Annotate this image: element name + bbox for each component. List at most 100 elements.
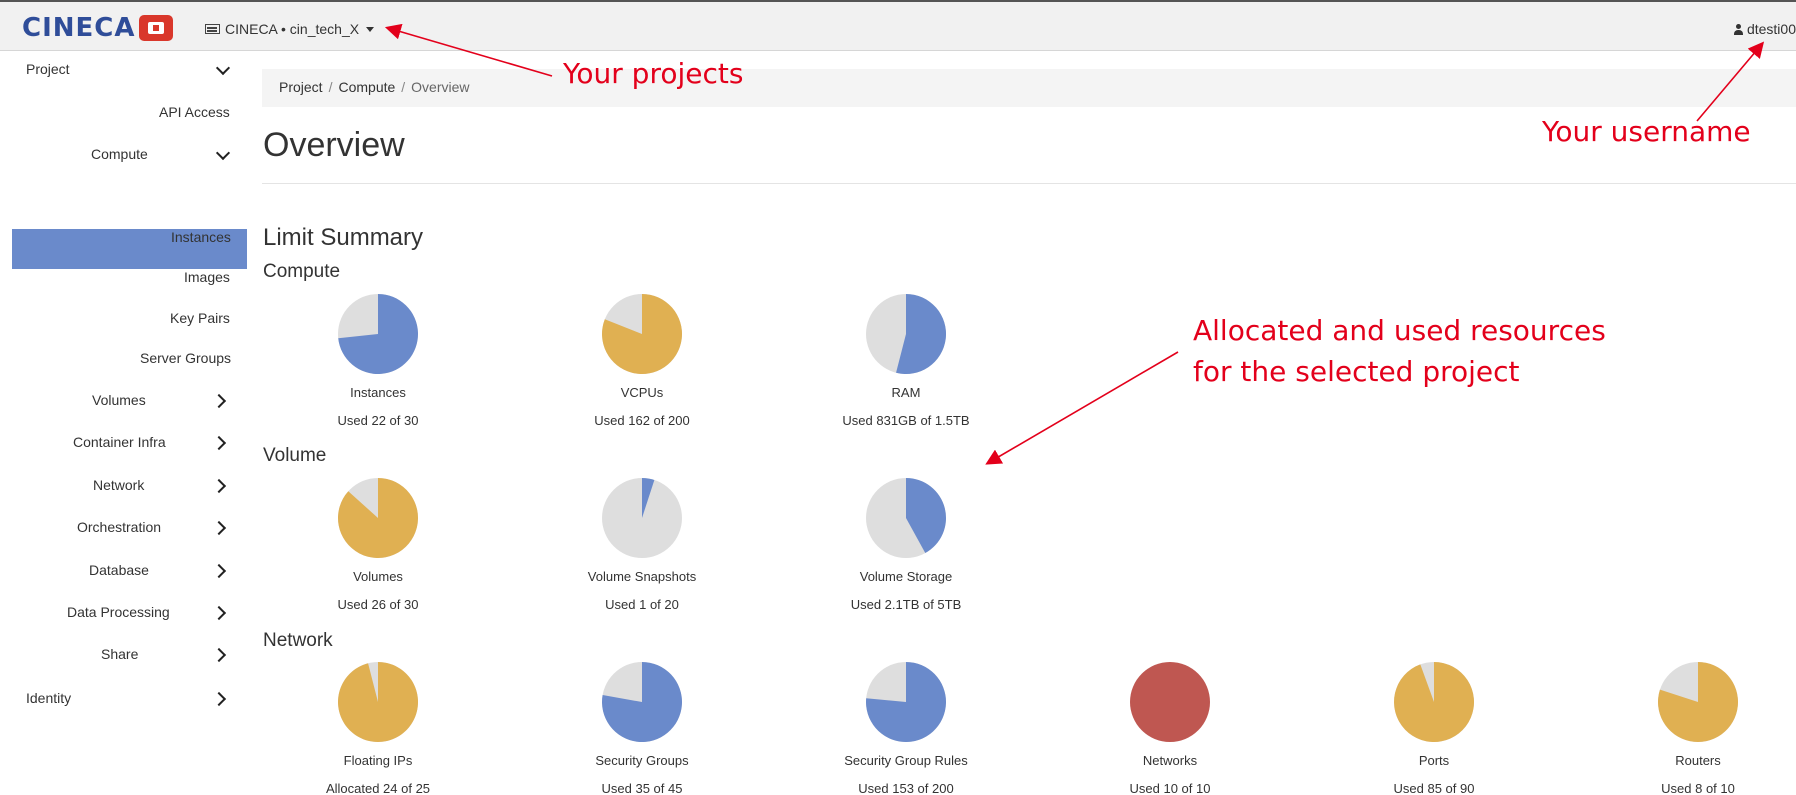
pie-chart-volumes: Volumes Used 26 of 30 (298, 478, 458, 612)
user-menu[interactable]: dtesti00 (1733, 21, 1796, 37)
annotation-resources-line1: Allocated and used resources (1193, 314, 1606, 347)
pie-chart-usage: Used 85 of 90 (1393, 781, 1475, 795)
breadcrumb-project[interactable]: Project (279, 79, 323, 95)
sidebar-item-project[interactable]: Project (26, 61, 70, 77)
pie-chart-title: Volume Snapshots (587, 569, 697, 584)
breadcrumb-separator: / (328, 79, 333, 95)
pie-chart-title: VCPUs (620, 385, 664, 400)
pie-chart-security-groups: Security Groups Used 35 of 45 (562, 662, 722, 795)
sidebar-item-network[interactable]: Network (93, 477, 144, 493)
top-navbar: CINECA CINECA • cin_tech_X dtesti00 (0, 0, 1796, 51)
pie-chart-ports: Ports Used 85 of 90 (1354, 662, 1514, 795)
pie-chart-title: RAM (891, 385, 921, 400)
chevron-right-icon[interactable] (211, 563, 227, 579)
sidebar-item-server-groups[interactable]: Server Groups (140, 350, 231, 366)
pie-graphic (602, 478, 682, 558)
sidebar-item-instances[interactable]: Instances (171, 229, 231, 245)
annotation-your-projects: Your projects (563, 57, 744, 90)
pie-chart-title: Ports (1418, 753, 1450, 768)
pie-chart-usage: Used 22 of 30 (337, 413, 419, 428)
project-list-icon (205, 24, 220, 34)
chevron-right-icon[interactable] (211, 393, 227, 409)
sidebar-item-images[interactable]: Images (184, 269, 230, 285)
pie-used-slice (1130, 662, 1210, 742)
annotation-your-username: Your username (1542, 115, 1751, 148)
pie-chart-usage: Used 153 of 200 (858, 781, 954, 795)
chevron-right-icon[interactable] (211, 691, 227, 707)
chevron-right-icon[interactable] (211, 435, 227, 451)
sidebar-item-container-infra[interactable]: Container Infra (73, 434, 166, 450)
sidebar-item-data-processing[interactable]: Data Processing (67, 604, 170, 620)
breadcrumb: Project / Compute / Overview (262, 69, 1796, 107)
pie-chart-title: Networks (1142, 753, 1198, 768)
sidebar-item-overview[interactable]: Overview (173, 188, 231, 204)
pie-chart-security-group-rules: Security Group Rules Used 153 of 200 (826, 662, 986, 795)
annotation-resources-line2: for the selected project (1193, 355, 1520, 388)
logo-icon (139, 15, 174, 41)
pie-chart-title: Instances (350, 385, 406, 400)
chevron-right-icon[interactable] (211, 520, 227, 536)
chevron-right-icon[interactable] (211, 478, 227, 494)
pie-chart-title: Floating IPs (343, 753, 413, 768)
pie-graphic (602, 294, 682, 374)
sidebar-item-volumes[interactable]: Volumes (92, 392, 146, 408)
project-switcher-label: CINECA • cin_tech_X (225, 21, 360, 37)
pie-chart-instances: Instances Used 22 of 30 (298, 294, 458, 428)
pie-chart-usage: Used 2.1TB of 5TB (850, 597, 962, 612)
section-heading-compute: Compute (263, 261, 341, 282)
pie-chart-usage: Used 1 of 20 (605, 597, 679, 612)
sidebar-item-share[interactable]: Share (101, 646, 138, 662)
sidebar-item-identity[interactable]: Identity (26, 690, 71, 706)
pie-graphic (338, 478, 418, 558)
breadcrumb-current: Overview (411, 79, 470, 95)
cineca-logo[interactable]: CINECA (22, 13, 174, 43)
pie-chart-floating-ips: Floating IPs Allocated 24 of 25 (298, 662, 458, 795)
pie-chart-usage: Used 10 of 10 (1129, 781, 1211, 795)
pie-graphic (866, 294, 946, 374)
pie-chart-title: Security Group Rules (844, 753, 968, 768)
limit-summary-heading: Limit Summary (263, 224, 424, 251)
pie-graphic (1658, 662, 1738, 742)
chevron-right-icon[interactable] (211, 647, 227, 663)
username: dtesti00 (1746, 21, 1796, 37)
logo-text: CINECA (22, 13, 136, 43)
sidebar-item-key-pairs[interactable]: Key Pairs (170, 310, 230, 326)
resources-arrow (985, 351, 1179, 465)
pie-chart-usage: Allocated 24 of 25 (325, 781, 431, 795)
chevron-right-icon[interactable] (211, 605, 227, 621)
pie-chart-usage: Used 831GB of 1.5TB (842, 413, 970, 428)
sidebar-item-database[interactable]: Database (89, 562, 149, 578)
page-title: Overview (263, 126, 405, 164)
sidebar-item-orchestration[interactable]: Orchestration (77, 519, 161, 535)
project-switcher[interactable]: CINECA • cin_tech_X (205, 21, 375, 37)
breadcrumb-compute[interactable]: Compute (338, 79, 395, 95)
pie-graphic (866, 478, 946, 558)
pie-chart-title: Routers (1675, 753, 1721, 768)
pie-used-slice (338, 662, 418, 742)
sidebar-item-compute[interactable]: Compute (91, 146, 148, 162)
sidebar: Project API Access Compute Overview Inst… (0, 52, 247, 795)
pie-used-slice (1394, 662, 1474, 742)
sidebar-item-api-access[interactable]: API Access (159, 104, 230, 120)
pie-chart-title: Volumes (353, 569, 403, 584)
section-heading-network: Network (263, 630, 333, 651)
chevron-down-icon[interactable] (215, 145, 231, 161)
pie-chart-usage: Used 35 of 45 (601, 781, 683, 795)
caret-down-icon (366, 26, 375, 32)
user-icon (1733, 23, 1743, 35)
pie-graphic (1394, 662, 1474, 742)
pie-chart-usage: Used 162 of 200 (594, 413, 690, 428)
title-divider (262, 183, 1796, 184)
pie-chart-networks: Networks Used 10 of 10 (1090, 662, 1250, 795)
pie-chart-ram: RAM Used 831GB of 1.5TB (826, 294, 986, 428)
breadcrumb-separator: / (401, 79, 406, 95)
pie-graphic (602, 662, 682, 742)
pie-chart-title: Security Groups (595, 753, 689, 768)
chevron-down-icon[interactable] (215, 60, 231, 76)
pie-chart-vcpus: VCPUs Used 162 of 200 (562, 294, 722, 428)
pie-chart-usage: Used 26 of 30 (337, 597, 419, 612)
pie-graphic (338, 662, 418, 742)
section-heading-volume: Volume (263, 445, 327, 466)
pie-chart-title: Volume Storage (859, 569, 953, 584)
pie-chart-volume-storage: Volume Storage Used 2.1TB of 5TB (826, 478, 986, 612)
